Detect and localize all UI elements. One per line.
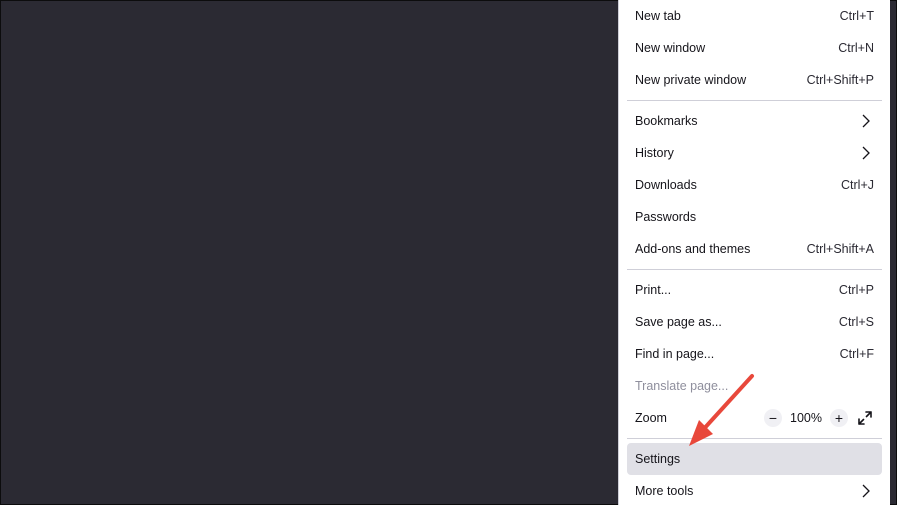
menu-item-more-tools[interactable]: More tools xyxy=(627,475,882,505)
menu-item-label: Find in page... xyxy=(635,347,715,361)
menu-item-shortcut: Ctrl+T xyxy=(839,9,874,23)
menu-item-label: Save page as... xyxy=(635,315,722,329)
zoom-in-button[interactable]: + xyxy=(830,409,848,427)
menu-item-label: Settings xyxy=(635,452,681,466)
menu-item-label: Add-ons and themes xyxy=(635,242,751,256)
menu-item-label: New window xyxy=(635,41,706,55)
menu-item-label: Translate page... xyxy=(635,379,729,393)
menu-item-shortcut: Ctrl+Shift+A xyxy=(806,242,874,256)
menu-item-translate-page: Translate page... xyxy=(627,370,882,402)
menu-item-shortcut: Ctrl+J xyxy=(841,178,874,192)
fullscreen-icon xyxy=(858,411,872,425)
menu-item-find-in-page[interactable]: Find in page... Ctrl+F xyxy=(627,338,882,370)
menu-separator xyxy=(627,438,882,439)
menu-item-new-private-window[interactable]: New private window Ctrl+Shift+P xyxy=(627,64,882,96)
menu-item-label: More tools xyxy=(635,484,694,498)
menu-item-downloads[interactable]: Downloads Ctrl+J xyxy=(627,169,882,201)
menu-item-label: New tab xyxy=(635,9,681,23)
menu-item-new-tab[interactable]: New tab Ctrl+T xyxy=(627,0,882,32)
menu-item-zoom: Zoom − 100% + xyxy=(627,402,882,434)
menu-item-label: Passwords xyxy=(635,210,697,224)
menu-item-save-page-as[interactable]: Save page as... Ctrl+S xyxy=(627,306,882,338)
menu-item-settings[interactable]: Settings xyxy=(627,443,882,475)
menu-item-new-window[interactable]: New window Ctrl+N xyxy=(627,32,882,64)
menu-item-label: Zoom xyxy=(635,411,667,425)
menu-item-print[interactable]: Print... Ctrl+P xyxy=(627,274,882,306)
menu-item-label: New private window xyxy=(635,73,747,87)
menu-item-bookmarks[interactable]: Bookmarks xyxy=(627,105,882,137)
app-menu: New tab Ctrl+T New window Ctrl+N New pri… xyxy=(618,0,890,505)
menu-item-shortcut: Ctrl+P xyxy=(838,283,874,297)
fullscreen-button[interactable] xyxy=(856,409,874,427)
menu-item-shortcut: Ctrl+Shift+P xyxy=(806,73,874,87)
menu-item-label: Downloads xyxy=(635,178,697,192)
menu-item-history[interactable]: History xyxy=(627,137,882,169)
zoom-out-button[interactable]: − xyxy=(764,409,783,427)
chevron-right-icon xyxy=(862,146,870,160)
zoom-level[interactable]: 100% xyxy=(790,411,822,425)
menu-item-addons-and-themes[interactable]: Add-ons and themes Ctrl+Shift+A xyxy=(627,233,882,265)
menu-item-label: Print... xyxy=(635,283,672,297)
chevron-right-icon xyxy=(862,114,870,128)
menu-separator xyxy=(627,100,882,101)
menu-item-shortcut: Ctrl+N xyxy=(838,41,874,55)
chevron-right-icon xyxy=(862,484,870,498)
menu-separator xyxy=(627,269,882,270)
menu-item-shortcut: Ctrl+F xyxy=(839,347,874,361)
menu-item-shortcut: Ctrl+S xyxy=(838,315,874,329)
menu-item-label: Bookmarks xyxy=(635,114,698,128)
zoom-controls: − 100% + xyxy=(764,409,874,427)
menu-item-label: History xyxy=(635,146,674,160)
menu-item-passwords[interactable]: Passwords xyxy=(627,201,882,233)
